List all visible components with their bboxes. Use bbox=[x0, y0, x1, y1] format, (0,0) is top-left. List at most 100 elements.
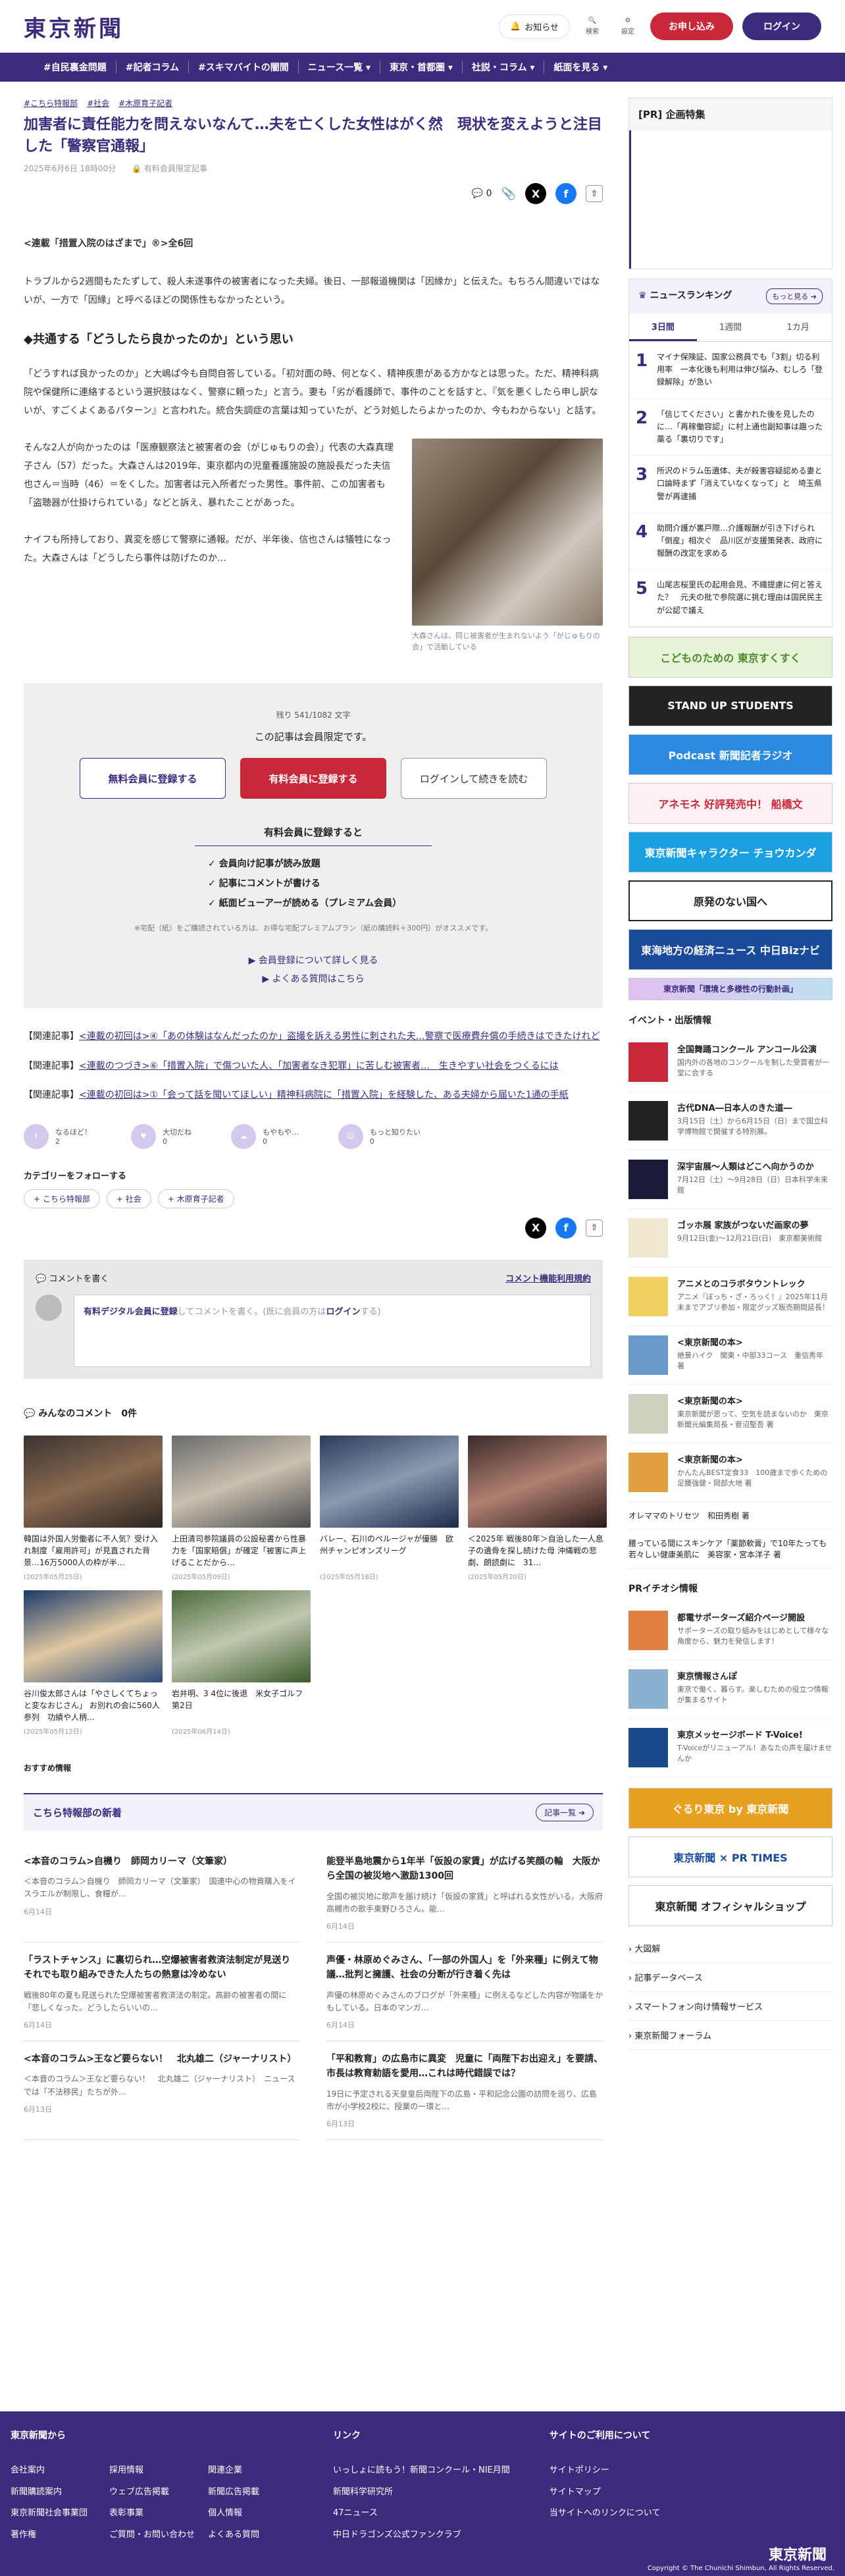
x-share-icon[interactable]: X bbox=[525, 1217, 546, 1239]
footer-link[interactable]: 関連企業 bbox=[208, 2460, 294, 2482]
reaction-button[interactable]: ☺ もっと知りたい 0 bbox=[338, 1123, 421, 1149]
footer-logo[interactable]: 東京新聞 bbox=[769, 2543, 827, 2564]
login-button[interactable]: ログイン bbox=[742, 13, 821, 40]
footer-link[interactable]: 表彰事業 bbox=[109, 2503, 195, 2525]
footer-link[interactable]: 新聞広告掲載 bbox=[208, 2482, 294, 2504]
banner-stand-up-students[interactable]: STAND UP STUDENTS bbox=[628, 685, 832, 726]
reaction-button[interactable]: ! なるほど！ 2 bbox=[24, 1123, 91, 1149]
facebook-share-icon[interactable]: f bbox=[555, 183, 576, 204]
login-continue-button[interactable]: ログインして続きを読む bbox=[401, 758, 547, 799]
footer-link[interactable]: 当サイトへのリンクについて bbox=[550, 2503, 661, 2525]
news-card[interactable]: 上田清司参院議員の公設秘書から性暴力を「国家賠償」が確定「被害に声上げることだか… bbox=[172, 1435, 311, 1581]
nav-item[interactable]: #記者コラム bbox=[116, 61, 190, 74]
news-card[interactable]: 韓国は外国人労働者に不人気？受け入れ制度「雇用許可」が見直された背景…16万50… bbox=[24, 1435, 163, 1581]
follow-chip[interactable]: + 木原育子記者 bbox=[157, 1189, 234, 1208]
special-article[interactable]: <本音のコラム>自機り 師岡カリーマ（文筆家） ＜本音のコラム＞自機り 師岡カリー… bbox=[24, 1844, 300, 1943]
special-article[interactable]: 「平和教育」の広島市に異変 児童に「両陛下お出迎え」を要請、市長は教育勅語を愛用… bbox=[326, 2041, 603, 2141]
sidebar-link[interactable]: › 大図解 bbox=[628, 1934, 832, 1963]
pr-item[interactable]: 東京メッセージボード T-Voice! T-Voiceがリニューアル！あなたの声を… bbox=[628, 1719, 832, 1777]
ranking-item[interactable]: 3 所沢のドラム缶遺体、夫が殺害容疑認める妻と口論時まず「消えていなくなって」と … bbox=[629, 456, 832, 513]
footer-link[interactable]: サイトマップ bbox=[550, 2482, 661, 2504]
event-item[interactable]: <東京新聞の本> 東京新聞が思って、空気を読まないのか 東京新聞元編集局長・菅沼堅… bbox=[628, 1385, 832, 1443]
ranking-item[interactable]: 4 助問介護が裏戸際…介護報酬が引き下げられ「倒産」相次ぐ 品川区が支援策発表、政… bbox=[629, 513, 832, 570]
nav-item[interactable]: 社説・コラム ▾ bbox=[463, 61, 545, 74]
footer-link[interactable]: 会社案内 bbox=[11, 2460, 96, 2482]
footer-link[interactable]: 中日ドラゴンズ公式ファンクラブ bbox=[333, 2525, 510, 2546]
footer-link[interactable]: 個人情報 bbox=[208, 2503, 294, 2525]
sidebar-link[interactable]: › 記事データベース bbox=[628, 1963, 832, 1992]
nav-item[interactable]: #スキマバイトの闇間 bbox=[189, 61, 299, 74]
comment-count-button[interactable]: 💬 0 bbox=[472, 188, 492, 199]
paid-register-button[interactable]: 有料会員に登録する bbox=[240, 758, 386, 799]
nav-item[interactable]: 東京・首都圏 ▾ bbox=[380, 61, 463, 74]
book-link[interactable]: オレママのトリセツ 和田秀樹 著 bbox=[628, 1502, 832, 1530]
event-item[interactable]: 古代DNA―日本人のきた道― 3月15日（土）から6月15日（日）まで国立科学博物… bbox=[628, 1092, 832, 1150]
reaction-button[interactable]: ♥ 大切だね 0 bbox=[131, 1123, 192, 1149]
banner-environment[interactable]: 東京新聞「環境と多様性の行動計画」 bbox=[628, 977, 832, 1000]
news-card[interactable]: 岩井明、3 4位に後退 米女子ゴルフ第2日 (2025年06月14日) bbox=[172, 1590, 311, 1736]
event-item[interactable]: 深宇宙展～人類はどこへ向かうのか 7月12日（土）～9月28日（日）日本科学未来館 bbox=[628, 1150, 832, 1209]
reaction-button[interactable]: ☁ もやもや… 0 bbox=[231, 1123, 299, 1149]
banner-chokanda[interactable]: 東京新聞キャラクター チョウカンダ bbox=[628, 831, 832, 872]
footer-link[interactable]: ご質問・お問い合わせ bbox=[109, 2525, 195, 2546]
footer-link[interactable]: よくある質問 bbox=[208, 2525, 294, 2546]
footer-link[interactable]: ウェブ広告掲載 bbox=[109, 2482, 195, 2504]
nav-item[interactable]: #自民裏金問題 bbox=[34, 61, 116, 74]
share-icon[interactable]: ⇧ bbox=[586, 185, 603, 202]
login-link[interactable]: ログイン bbox=[326, 1307, 360, 1317]
banner-official-shop[interactable]: 東京新聞 オフィシャルショップ bbox=[628, 1885, 832, 1926]
event-item[interactable]: ゴッホ展 家族がつないだ画家の夢 9月12日(金)～12月21日(日) 東京都美術… bbox=[628, 1209, 832, 1268]
special-article[interactable]: 能登半島地震から1年半「仮設の家賃」が広げる笑顔の輪 大阪から全国の被災地へ激励… bbox=[326, 1844, 603, 1943]
tab-3days[interactable]: 3日間 bbox=[629, 313, 697, 341]
event-item[interactable]: <東京新聞の本> かんたんBEST定食33 100歳まで歩くための 足腰強健・岡部… bbox=[628, 1443, 834, 1502]
special-more-button[interactable]: 記事一覧 ➔ bbox=[536, 1803, 594, 1821]
footer-link[interactable]: 東京新聞社会事業団 bbox=[11, 2503, 96, 2525]
free-register-button[interactable]: 無料会員に登録する bbox=[80, 758, 226, 799]
site-logo[interactable]: 東京新聞 bbox=[24, 11, 124, 43]
ranking-item[interactable]: 5 山尾志桜里氏の起用会見、不織提慮に何と答えた？ 元夫の批で参院選に挑む理由は国… bbox=[629, 570, 832, 627]
tag-link[interactable]: #こちら特報部 bbox=[24, 97, 78, 109]
related-link[interactable]: <連載の初回は>④「あの体験はなんだったのか」盗撮を訴える男性に刺された夫…警察… bbox=[79, 1031, 600, 1042]
clip-icon[interactable]: 📎 bbox=[501, 187, 516, 201]
footer-link[interactable]: 新聞購読案内 bbox=[11, 2482, 96, 2504]
x-share-icon[interactable]: X bbox=[525, 183, 546, 204]
banner-sukusuku[interactable]: こどものための 東京すくすく bbox=[628, 636, 832, 678]
tab-1week[interactable]: 1週間 bbox=[697, 313, 765, 341]
pr-item[interactable]: 東京情報さんぽ 東京で働く、暮らす。楽しむための役立つ情報が集まるサイト bbox=[628, 1660, 832, 1719]
sidebar-link[interactable]: › 東京新聞フォーラム bbox=[628, 2021, 832, 2050]
footer-link[interactable]: 新聞科学研究所 bbox=[333, 2482, 510, 2504]
special-article[interactable]: <本音のコラム>王など要らない！ 北丸雄二（ジャーナリスト） ＜本音のコラム＞王な… bbox=[24, 2041, 300, 2141]
event-item[interactable]: アニメとのコラボタウントレック アニメ『ぼっち・ざ・ろっく！』2025年11月末ま… bbox=[628, 1268, 832, 1326]
follow-chip[interactable]: + 社会 bbox=[106, 1189, 151, 1208]
event-item[interactable]: <東京新聞の本> 絶景ハイク 関東・中部33コース 重信秀年 著 bbox=[628, 1326, 832, 1385]
tab-1month[interactable]: 1カ月 bbox=[764, 313, 832, 341]
footer-link[interactable]: サイトポリシー bbox=[550, 2460, 661, 2482]
footer-link[interactable]: いっしょに読もう！新聞コンクール・NIE月間 bbox=[333, 2460, 510, 2482]
banner-podcast[interactable]: Podcast 新聞記者ラジオ bbox=[628, 734, 832, 775]
news-card[interactable]: ＜2025年 戦後80年＞自治した一人息子の遺骨を探し続けた母 沖縄戦の悲劇、朗… bbox=[468, 1435, 607, 1581]
related-link[interactable]: <連載のつづき>⑥「措置入院」で傷ついた人、「加害者なき犯罪」に苦しむ被害者… … bbox=[79, 1061, 559, 1071]
footer-link[interactable]: 47ニュース bbox=[333, 2503, 510, 2525]
comment-textarea[interactable]: 有料デジタル会員に登録してコメントを書く。(既に会員の方はログインする) bbox=[74, 1294, 591, 1367]
settings-button[interactable]: ⚙ 設定 bbox=[615, 17, 641, 36]
apply-button[interactable]: お申し込み bbox=[650, 13, 733, 40]
nav-item[interactable]: ニュース一覧 ▾ bbox=[299, 61, 380, 74]
banner-no-nuclear[interactable]: 原発のない国へ bbox=[628, 880, 832, 921]
news-card[interactable]: 谷川俊太郎さんは「やさしくてちょっと変なおじさん」 お別れの会に560人参列 功… bbox=[24, 1590, 163, 1736]
search-button[interactable]: 🔍 検索 bbox=[579, 17, 605, 36]
banner-pr-times[interactable]: 東京新聞 × PR TIMES bbox=[628, 1836, 832, 1877]
share-icon[interactable]: ⇧ bbox=[586, 1219, 603, 1237]
footer-link[interactable]: 著作権 bbox=[11, 2525, 96, 2546]
tag-link[interactable]: #社会 bbox=[87, 97, 109, 109]
ranking-item[interactable]: 2 「信じてください」と書かれた後を見したのに…「再稼働容認」に村上通也副知事は趣… bbox=[629, 399, 832, 456]
follow-chip[interactable]: + こちら特報部 bbox=[24, 1189, 100, 1208]
tag-link[interactable]: #木原育子記者 bbox=[118, 97, 172, 109]
special-article[interactable]: 声優・林原めぐみさん、「一部の外国人」を「外来種」に例えて物議…批判と擁護、社会… bbox=[326, 1943, 603, 2042]
faq-link[interactable]: ▶ よくある質問はこちら bbox=[24, 970, 603, 988]
book-link[interactable]: 腰っている間にスキンケア「薬節軟膏」で10年たっても若々しい健康美肌に 美容家・… bbox=[628, 1530, 832, 1569]
banner-anemone[interactable]: アネモネ 好評発売中！ 船橋文 bbox=[628, 782, 832, 824]
nav-item[interactable]: 紙面を見る ▾ bbox=[544, 61, 617, 74]
comment-rules-link[interactable]: コメント機能利用規約 bbox=[505, 1272, 591, 1284]
register-link[interactable]: 有料デジタル会員に登録 bbox=[84, 1307, 178, 1317]
sidebar-link[interactable]: › スマートフォン向け情報サービス bbox=[628, 1992, 832, 2021]
